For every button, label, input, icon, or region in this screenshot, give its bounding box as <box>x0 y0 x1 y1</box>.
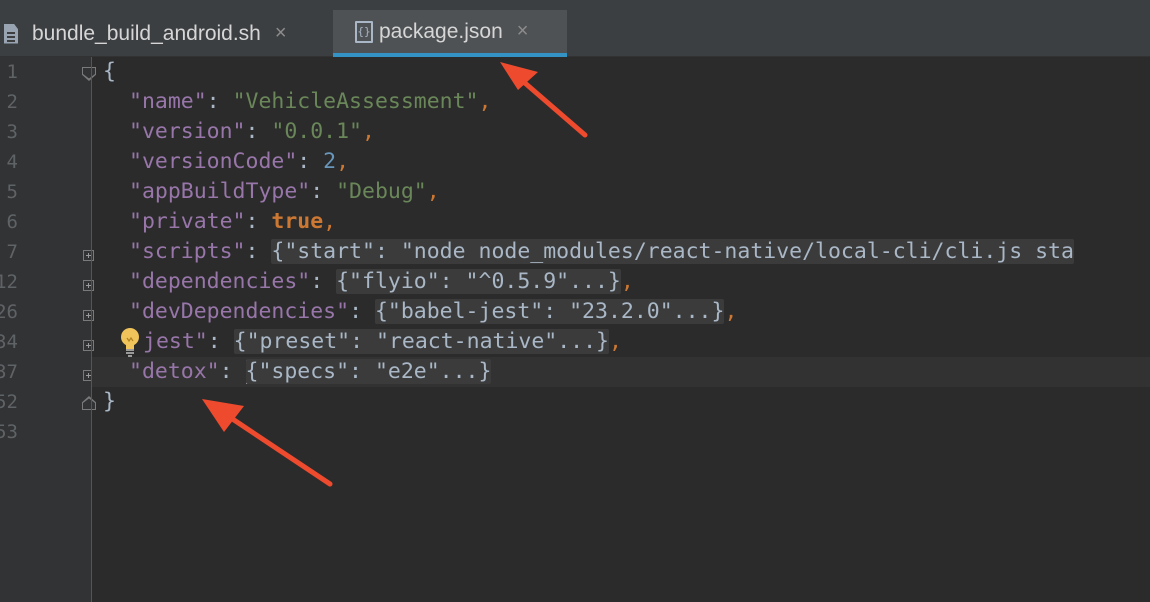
line-number: 4 <box>6 151 18 173</box>
folded-region[interactable]: {"flyio": "^0.5.9"...} <box>336 269 621 294</box>
code-line: "name": "VehicleAssessment", <box>129 87 491 117</box>
comma: , <box>478 89 492 114</box>
fold-expand-icon[interactable] <box>83 280 94 291</box>
separator: : <box>245 119 272 144</box>
line-number: 53 <box>0 421 18 443</box>
code-line: "devDependencies": {"babel-jest": "23.2.… <box>129 297 737 327</box>
close-icon[interactable]: × <box>517 20 529 43</box>
json-value: true <box>271 209 324 234</box>
comma: , <box>620 269 634 294</box>
line-number: 1 <box>6 61 18 83</box>
separator: : <box>310 269 337 294</box>
open-brace: { <box>103 59 116 84</box>
json-value: 2 <box>323 149 337 174</box>
tab-bundle-build-android[interactable]: bundle_build_android.sh × <box>0 10 333 57</box>
tab-label: package.json <box>379 19 503 43</box>
json-value: "0.0.1" <box>271 119 362 144</box>
code-line: jest": {"preset": "react-native"...}, <box>143 327 622 357</box>
comma: , <box>609 329 622 354</box>
separator: : <box>206 89 233 114</box>
separator: : <box>297 149 324 174</box>
annotation-arrow-tab <box>500 62 588 138</box>
json-key: "versionCode" <box>129 149 298 174</box>
separator: : <box>245 239 272 264</box>
code-line: } <box>103 387 116 417</box>
folded-region[interactable]: {"babel-jest": "23.2.0"...} <box>374 299 725 324</box>
fold-collapse-icon[interactable] <box>82 67 96 81</box>
separator: : <box>310 179 337 204</box>
comma: , <box>426 179 440 204</box>
separator: : <box>245 209 272 234</box>
annotation-arrow-detox <box>202 399 333 487</box>
json-key: "dependencies" <box>129 269 311 294</box>
json-file-icon: {} <box>355 20 373 43</box>
json-key: "private" <box>129 209 246 234</box>
fold-expand-icon[interactable] <box>83 250 94 261</box>
json-key: "version" <box>129 119 246 144</box>
editor-gutter: 1 2 3 4 5 6 7 12 26 34 37 52 53 <box>0 57 96 602</box>
folded-region[interactable]: {"start": "node node_modules/react-nativ… <box>271 239 1074 264</box>
json-key: jest" <box>143 329 208 354</box>
shell-file-icon <box>4 23 18 44</box>
code-line: "appBuildType": "Debug", <box>129 177 440 207</box>
line-number: 37 <box>0 361 18 383</box>
fold-expand-icon[interactable] <box>83 310 94 321</box>
close-brace: } <box>103 389 116 414</box>
line-number: 6 <box>6 211 18 233</box>
code-line: "scripts": {"start": "node node_modules/… <box>129 237 1074 267</box>
line-number: 26 <box>0 301 18 323</box>
gutter-divider <box>91 57 92 602</box>
comma: , <box>336 149 350 174</box>
json-key: "scripts" <box>129 239 246 264</box>
line-number: 12 <box>0 271 18 293</box>
close-icon[interactable]: × <box>275 22 287 45</box>
line-number: 3 <box>6 121 18 143</box>
fold-collapse-end-icon[interactable] <box>82 396 96 410</box>
json-key: "detox" <box>129 359 220 384</box>
folded-region[interactable]: {"preset": "react-native"...} <box>233 329 610 354</box>
json-key: "name" <box>129 89 207 114</box>
line-number: 52 <box>0 391 18 413</box>
line-number: 34 <box>0 331 18 353</box>
code-line: "version": "0.0.1", <box>129 117 375 147</box>
separator: : <box>207 329 234 354</box>
tab-package-json[interactable]: {} package.json × <box>333 10 567 57</box>
line-number: 2 <box>6 91 18 113</box>
line-number: 7 <box>6 241 18 263</box>
code-line: "versionCode": 2, <box>129 147 349 177</box>
json-value: "VehicleAssessment" <box>232 89 479 114</box>
code-line: "private": true, <box>129 207 336 237</box>
comma: , <box>362 119 375 144</box>
line-number: 5 <box>6 181 18 203</box>
folded-region[interactable]: {"specs": "e2e"...} <box>245 359 492 384</box>
code-line: { <box>103 57 116 87</box>
json-key: "devDependencies" <box>129 299 350 324</box>
tab-label: bundle_build_android.sh <box>32 21 261 45</box>
lightbulb-icon[interactable] <box>118 326 142 358</box>
editor-tab-bar: bundle_build_android.sh × {} package.jso… <box>0 0 1150 57</box>
json-key: "appBuildType" <box>129 179 311 204</box>
code-line: "dependencies": {"flyio": "^0.5.9"...}, <box>129 267 634 297</box>
comma: , <box>724 299 738 324</box>
separator: : <box>349 299 375 324</box>
fold-expand-icon[interactable] <box>83 340 94 351</box>
ide-window: bundle_build_android.sh × {} package.jso… <box>0 0 1150 602</box>
comma: , <box>323 209 337 234</box>
separator: : <box>219 359 246 384</box>
code-line-current: "detox": {"specs": "e2e"...} <box>92 357 1150 387</box>
json-value: "Debug" <box>336 179 427 204</box>
